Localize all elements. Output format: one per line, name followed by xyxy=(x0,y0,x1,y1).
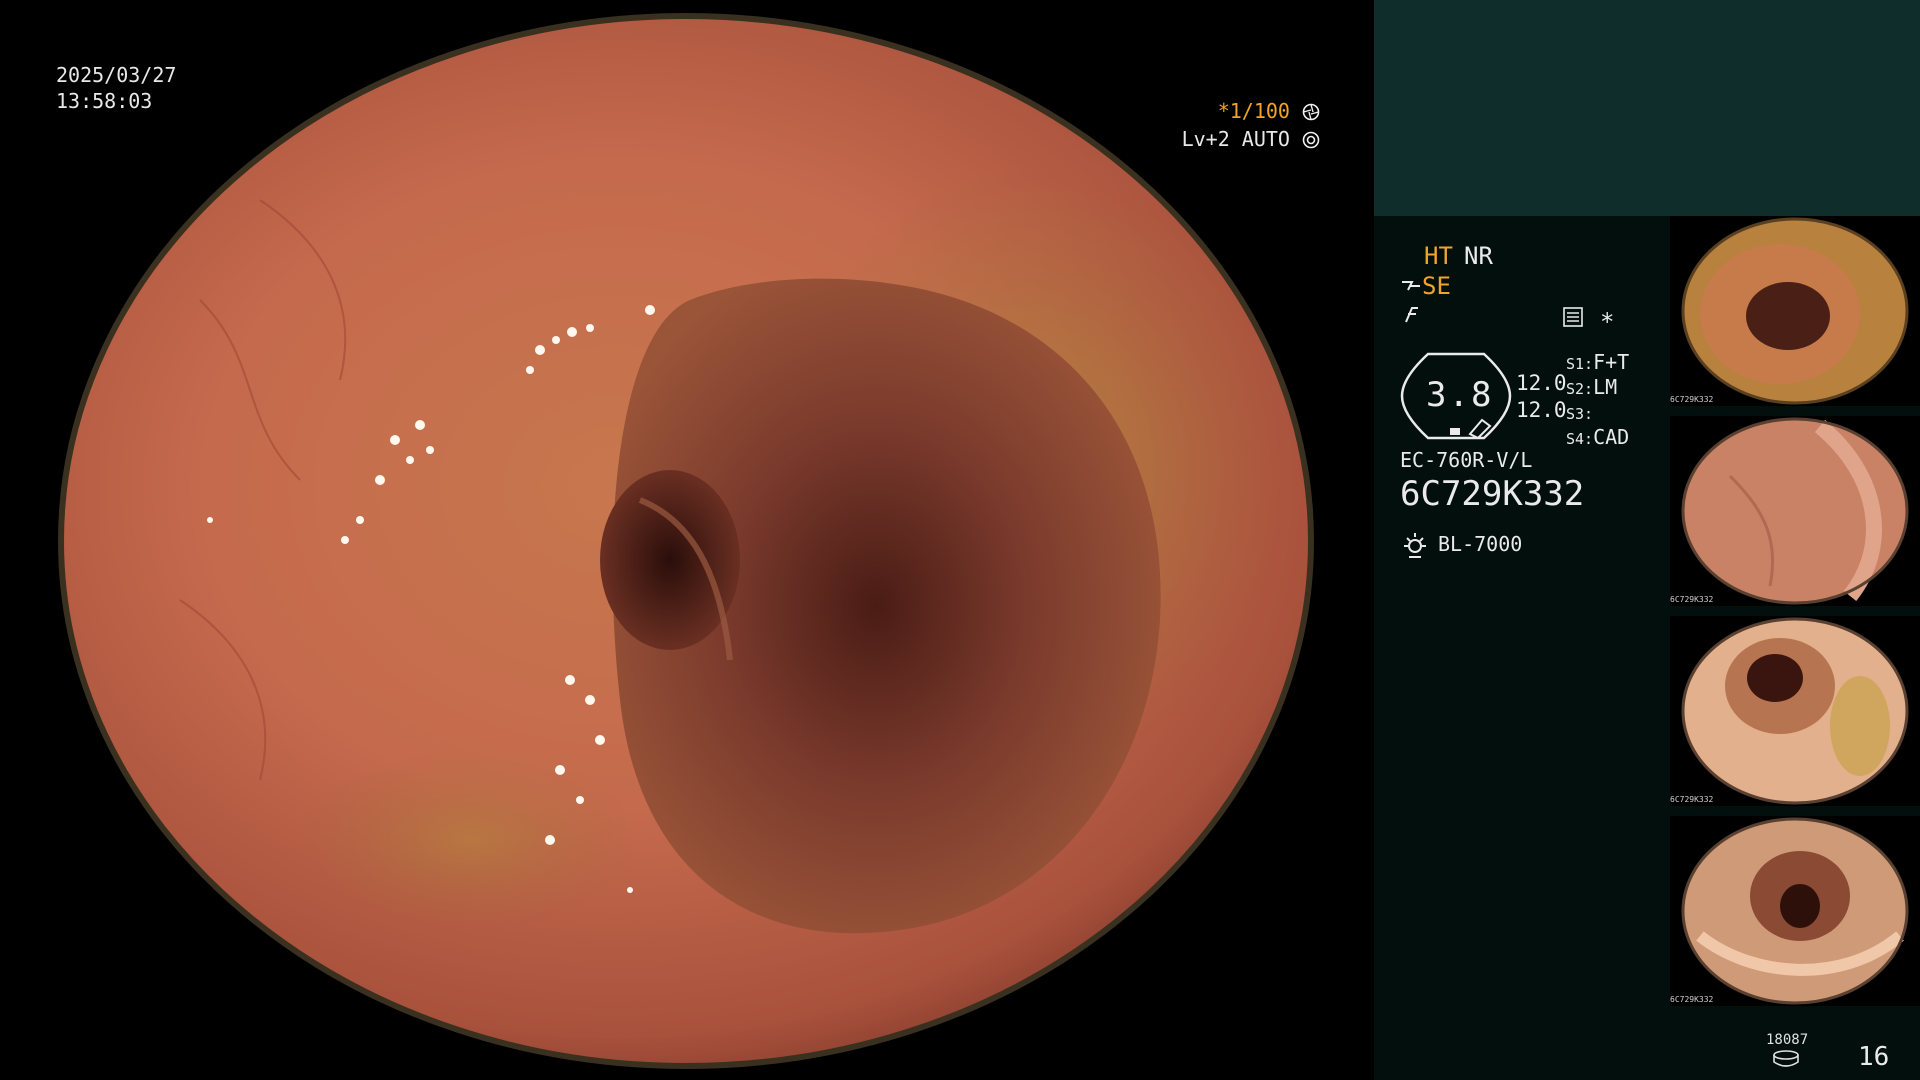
report-indicator xyxy=(1562,306,1584,334)
switch-s1-key: S1: xyxy=(1566,355,1594,373)
thumbnail-2-image xyxy=(1681,417,1909,605)
freeze-icon xyxy=(1405,307,1418,323)
light-source-model: BL-7000 xyxy=(1438,532,1523,556)
thumbnail-3-serial: 6C729K332 xyxy=(1670,795,1714,804)
colon-lumen-image xyxy=(58,13,1314,1069)
iris-mode-readout: Lv+2 AUTO xyxy=(1182,126,1320,152)
asterisk-indicator: * xyxy=(1600,308,1615,336)
captured-image-count: 16 xyxy=(1858,1042,1890,1072)
setting-value-a: 12.0 xyxy=(1516,371,1567,395)
thumbnail-4-image xyxy=(1681,817,1909,1005)
se-label: SE xyxy=(1422,272,1451,300)
thumbnail-1-image xyxy=(1681,217,1909,405)
endoscope-live-view: 2025/03/27 13:58:03 *1/100 Lv+2 AUTO xyxy=(0,0,1374,1080)
switch-s4-key: S4: xyxy=(1566,430,1594,448)
scope-serial: 6C729K332 xyxy=(1400,474,1585,514)
scope-model: EC-760R-V/L xyxy=(1400,448,1533,472)
zoom-gauge-value: 3.8 xyxy=(1426,375,1494,415)
side-panel-header-area xyxy=(1374,0,1920,216)
switch-s3-key: S3: xyxy=(1566,405,1594,423)
switch-s1-value: F+T xyxy=(1593,350,1630,374)
shutter-speed-readout: *1/100 xyxy=(1218,98,1320,124)
switch-s2-value: LM xyxy=(1593,375,1618,399)
freeze-indicator xyxy=(1402,302,1422,330)
switch-s1: S1:F+T xyxy=(1566,350,1629,374)
iris-icon xyxy=(1302,131,1320,149)
switch-s4-value: CAD xyxy=(1593,425,1630,449)
thumbnail-1-serial: 6C729K332 xyxy=(1670,395,1714,404)
switch-s2-key: S2: xyxy=(1566,380,1594,398)
shutter-value: 1/100 xyxy=(1229,99,1290,123)
thumbnail-4-serial: 6C729K332 xyxy=(1670,995,1714,1004)
captured-image-thumbnail-2[interactable]: 6C729K332 xyxy=(1670,416,1920,606)
time-text: 13:58:03 xyxy=(56,89,153,113)
structure-enhance-icon xyxy=(1402,281,1420,291)
captured-image-thumbnail-3[interactable]: 6C729K332 xyxy=(1670,616,1920,806)
endoscopy-monitor: 2025/03/27 13:58:03 *1/100 Lv+2 AUTO HT … xyxy=(0,0,1920,1080)
aperture-icon xyxy=(1302,103,1320,121)
date-text: 2025/03/27 xyxy=(56,63,177,87)
switch-s3: S3: xyxy=(1566,400,1593,424)
structure-enhance-row: SE xyxy=(1400,272,1451,300)
storage-count: 18087 xyxy=(1766,1032,1809,1048)
switch-s2: S2:LM xyxy=(1566,375,1617,399)
setting-value-b: 12.0 xyxy=(1516,398,1567,422)
thumbnail-3-image xyxy=(1681,617,1909,805)
nr-mode-label: NR xyxy=(1464,242,1493,270)
report-icon xyxy=(1563,307,1583,327)
switch-s4: S4:CAD xyxy=(1566,425,1629,449)
captured-image-thumbnail-4[interactable]: 6C729K332 xyxy=(1670,816,1920,1006)
ht-mode-label: HT xyxy=(1424,242,1453,270)
storage-icon xyxy=(1773,1050,1799,1067)
iris-value: Lv+2 AUTO xyxy=(1181,127,1290,151)
thumbnail-2-serial: 6C729K332 xyxy=(1670,595,1714,604)
captured-image-thumbnail-1[interactable]: 6C729K332 xyxy=(1670,216,1920,406)
date-time-readout: 2025/03/27 13:58:03 xyxy=(56,62,176,114)
shutter-prefix: * xyxy=(1217,99,1230,123)
light-source-icon xyxy=(1404,533,1426,558)
